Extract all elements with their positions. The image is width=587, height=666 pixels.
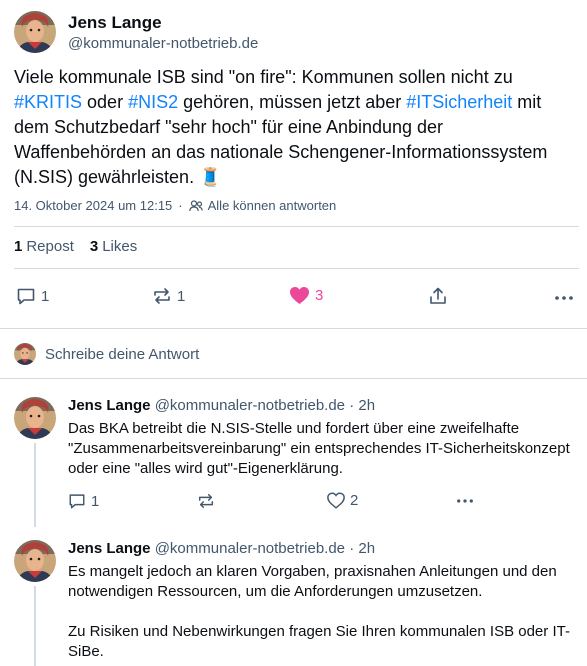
like-count: 3 [315, 287, 324, 304]
post-text-part: Viele kommunale ISB sind "on fire": Komm… [14, 67, 513, 87]
more-icon [555, 296, 573, 300]
author-handle[interactable]: @kommunaler-notbetrieb.de [68, 34, 258, 54]
thread-line [34, 586, 36, 666]
reply-author-name[interactable]: Jens Lange [68, 397, 151, 414]
post-timestamp[interactable]: 14. Oktober 2024 um 12:15 [14, 198, 172, 213]
reply-header: Jens Lange @kommunaler-notbetrieb.de · 2… [68, 540, 375, 558]
reply-text: Es mangelt jedoch an klaren Vorgaben, pr… [68, 562, 573, 662]
likes-stat[interactable]: 3 Likes [90, 238, 137, 255]
avatar[interactable] [14, 11, 56, 53]
divider [0, 328, 587, 329]
post-stats: 1 Repost 3 Likes [14, 238, 153, 255]
repost-icon [198, 493, 214, 509]
post-text-part: oder [82, 92, 129, 112]
repost-button[interactable]: 1 [152, 286, 185, 306]
hashtag-nis2[interactable]: #NIS2 [128, 92, 178, 112]
meta-separator: · [178, 198, 183, 213]
reply-icon [17, 288, 35, 305]
repost-icon [154, 288, 170, 304]
divider [14, 268, 579, 269]
avatar[interactable] [14, 397, 56, 439]
post-text: Viele kommunale ISB sind "on fire": Komm… [14, 65, 579, 190]
reply-header: Jens Lange @kommunaler-notbetrieb.de · 2… [68, 397, 375, 415]
reply-button[interactable]: 1 [16, 286, 49, 306]
hashtag-kritis[interactable]: #KRITIS [14, 92, 82, 112]
compose-placeholder: Schreibe deine Antwort [45, 345, 200, 363]
share-icon [430, 287, 446, 304]
avatar [14, 343, 36, 365]
reply-actions: 1 2 [0, 492, 587, 516]
like-count: 2 [350, 492, 359, 509]
reply-setting: Alle können antworten [207, 198, 337, 213]
share-button[interactable] [428, 286, 448, 306]
reply-time[interactable]: · 2h [349, 397, 375, 414]
divider [0, 378, 587, 379]
avatar[interactable] [14, 540, 56, 582]
author-name[interactable]: Jens Lange [68, 13, 258, 33]
reply-author-handle[interactable]: @kommunaler-notbetrieb.de [155, 397, 345, 414]
post-header: Jens Lange @kommunaler-notbetrieb.de [14, 11, 258, 54]
reply-author-handle[interactable]: @kommunaler-notbetrieb.de [155, 540, 345, 557]
reply-time[interactable]: · 2h [349, 540, 375, 557]
hashtag-itsicherheit[interactable]: #ITSicherheit [406, 92, 512, 112]
reply-text: Das BKA betreibt die N.SIS-Stelle und fo… [68, 420, 570, 477]
reply-count: 1 [91, 492, 100, 510]
reply-icon [69, 494, 85, 509]
repost-button[interactable] [197, 492, 215, 510]
reply-compose[interactable]: Schreibe deine Antwort [14, 343, 199, 365]
divider [14, 226, 579, 227]
reply-author-name[interactable]: Jens Lange [68, 540, 151, 557]
reply-paragraph: Es mangelt jedoch an klaren Vorgaben, pr… [68, 563, 557, 600]
reply-paragraph: Zu Risiken und Nebenwirkungen fragen Sie… [68, 623, 570, 660]
reply-button[interactable]: 1 [68, 492, 99, 510]
reply-count: 1 [41, 287, 50, 305]
reply-post[interactable]: Jens Lange @kommunaler-notbetrieb.de · 2… [0, 540, 587, 666]
more-icon [457, 499, 473, 503]
post-meta: 14. Oktober 2024 um 12:15 · Alle können … [14, 198, 336, 213]
post-actions: 1 1 3 [0, 286, 587, 310]
more-options-button[interactable] [456, 492, 474, 510]
heart-icon [327, 492, 345, 509]
reposts-stat[interactable]: 1 Repost [14, 238, 74, 255]
more-options-button[interactable] [554, 288, 574, 308]
people-icon [188, 199, 203, 211]
thread-emoji: 🧵 [199, 167, 222, 187]
reply-post[interactable]: Jens Lange @kommunaler-notbetrieb.de · 2… [0, 397, 587, 527]
repost-count: 1 [177, 287, 186, 305]
heart-icon [290, 287, 309, 304]
like-button[interactable]: 2 [327, 492, 358, 509]
like-button[interactable]: 3 [289, 286, 323, 305]
post-text-part: gehören, müssen jetzt aber [178, 92, 407, 112]
